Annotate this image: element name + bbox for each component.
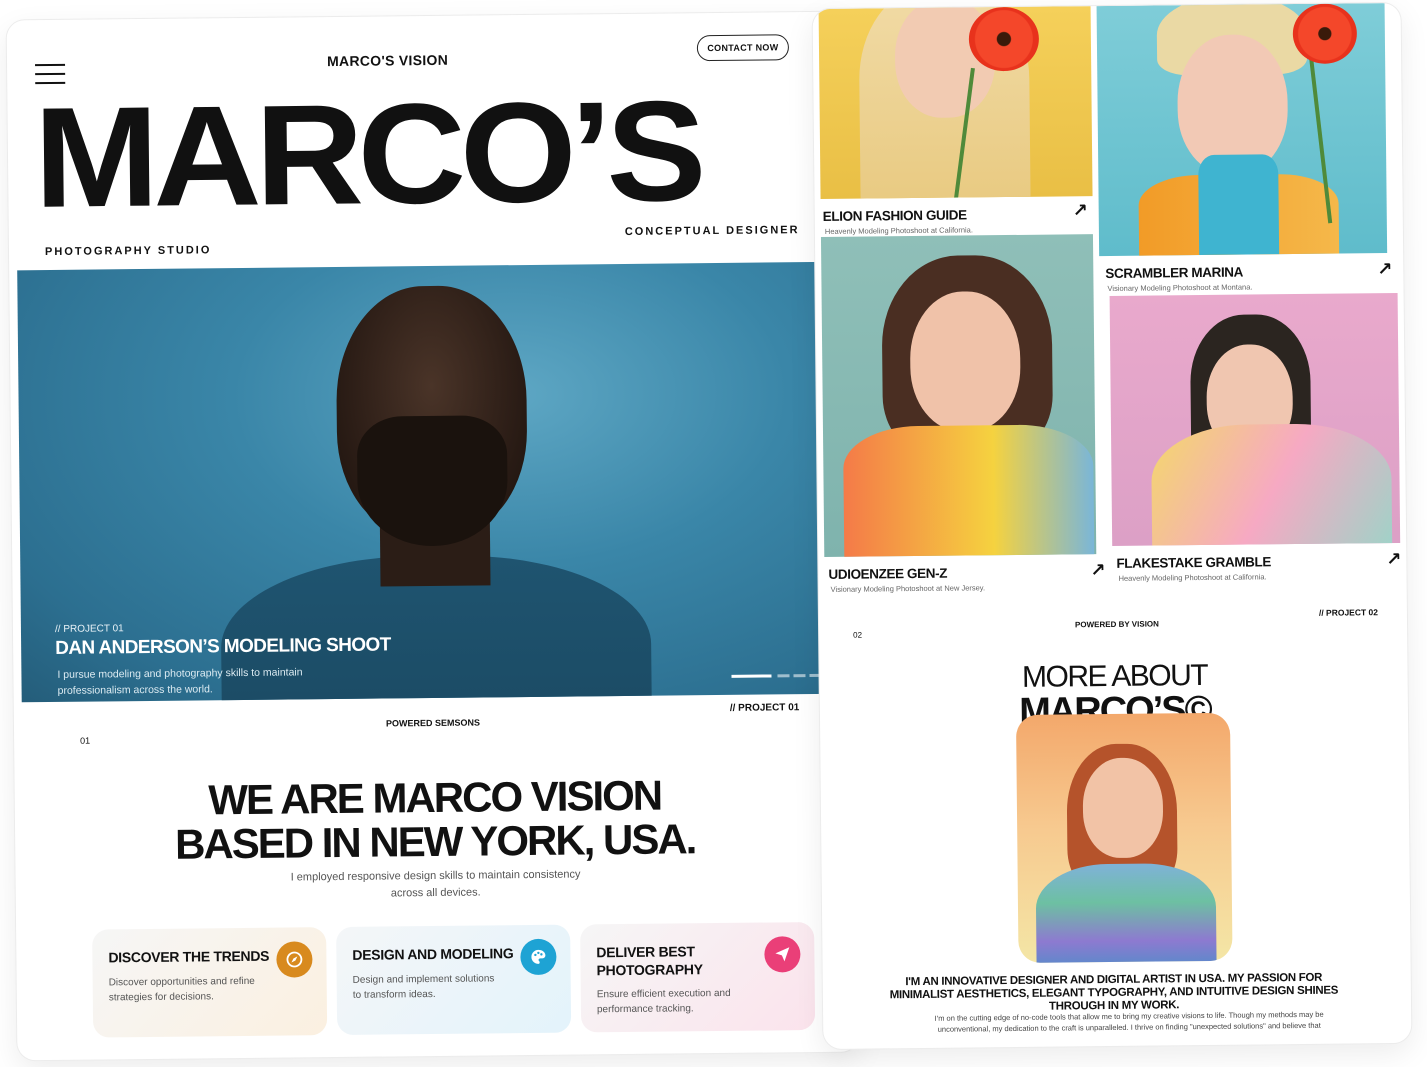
project-label: // PROJECT 02 xyxy=(1318,607,1379,618)
tile-subtitle: Visionary Modeling Photoshoot at Montana… xyxy=(1107,282,1253,293)
compass-icon[interactable] xyxy=(276,941,313,978)
tile-subtitle: Heavenly Modeling Photoshoot at Californ… xyxy=(824,225,973,236)
arrow-up-right-icon[interactable]: ↗ xyxy=(1377,259,1392,280)
subtitle-photography-studio: PHOTOGRAPHY STUDIO xyxy=(44,244,212,259)
arrow-up-right-icon[interactable]: ↗ xyxy=(1386,549,1401,570)
page-number: 02 xyxy=(853,630,863,640)
page-number: 01 xyxy=(80,735,91,746)
gallery-photo-flakestake[interactable] xyxy=(1109,292,1401,546)
subtitle-conceptual-designer: CONCEPTUAL DESIGNER xyxy=(624,224,800,238)
gallery-photo-scrambler[interactable] xyxy=(1096,3,1388,257)
card-description: Design and implement solutions to transf… xyxy=(352,972,495,1001)
tile-title[interactable]: SCRAMBLER MARINA xyxy=(1105,265,1243,281)
gallery-photo-udioenzee[interactable] xyxy=(820,234,1097,557)
service-card-trends[interactable]: DISCOVER THE TRENDS Discover opportuniti… xyxy=(92,927,328,1038)
about-heading-line2: BASED IN NEW YORK, USA. xyxy=(174,815,696,868)
powered-label: POWERED SEMSONS xyxy=(385,717,481,729)
card-description: Ensure efficient execution and performan… xyxy=(596,987,731,1016)
arrow-up-right-icon[interactable]: ↗ xyxy=(1073,200,1088,221)
gallery-photo-elion[interactable] xyxy=(818,6,1093,199)
tile-title[interactable]: FLAKESTAKE GRAMBLE xyxy=(1116,554,1271,571)
tile-subtitle: Heavenly Modeling Photoshoot at Californ… xyxy=(1118,572,1267,583)
hero-title: MARCO’S xyxy=(33,70,702,238)
brand-name[interactable]: MARCO'S VISION xyxy=(327,52,448,69)
about-description: I employed responsive design skills to m… xyxy=(290,868,581,900)
about-paragraph: I'm on the cutting edge of no-code tools… xyxy=(934,1009,1324,1034)
palette-icon[interactable] xyxy=(520,938,557,976)
contact-now-button[interactable]: CONTACT NOW xyxy=(696,34,790,62)
tile-title[interactable]: UDIOENZEE GEN-Z xyxy=(828,566,947,582)
about-heading: WE ARE MARCO VISION BASED IN NEW YORK, U… xyxy=(115,772,756,868)
tile-subtitle: Visionary Modeling Photoshoot at New Jer… xyxy=(830,583,986,594)
arrow-up-right-icon[interactable]: ↗ xyxy=(1090,560,1105,581)
tile-title[interactable]: ELION FASHION GUIDE xyxy=(823,207,967,224)
card-description: Discover opportunities and refine strate… xyxy=(108,975,255,1003)
about-portrait xyxy=(1015,712,1233,963)
project-label: // PROJECT 01 xyxy=(729,702,800,714)
left-page: MARCO'S VISION CONTACT NOW MARCO’S PHOTO… xyxy=(6,11,860,1061)
right-page: ELION FASHION GUIDE Heavenly Modeling Ph… xyxy=(812,2,1412,1050)
project-description: I pursue modeling and photography skills… xyxy=(57,666,303,697)
powered-label: POWERED BY VISION xyxy=(1074,619,1159,630)
send-icon[interactable] xyxy=(764,936,801,973)
service-card-photography[interactable]: DELIVER BEST PHOTOGRAPHY Ensure efficien… xyxy=(580,922,816,1033)
service-card-design[interactable]: DESIGN AND MODELING Design and implement… xyxy=(336,924,572,1036)
project-caption[interactable]: DAN ANDERSON’S MODELING SHOOT xyxy=(55,634,391,660)
project-tag: // PROJECT 01 xyxy=(54,623,124,635)
